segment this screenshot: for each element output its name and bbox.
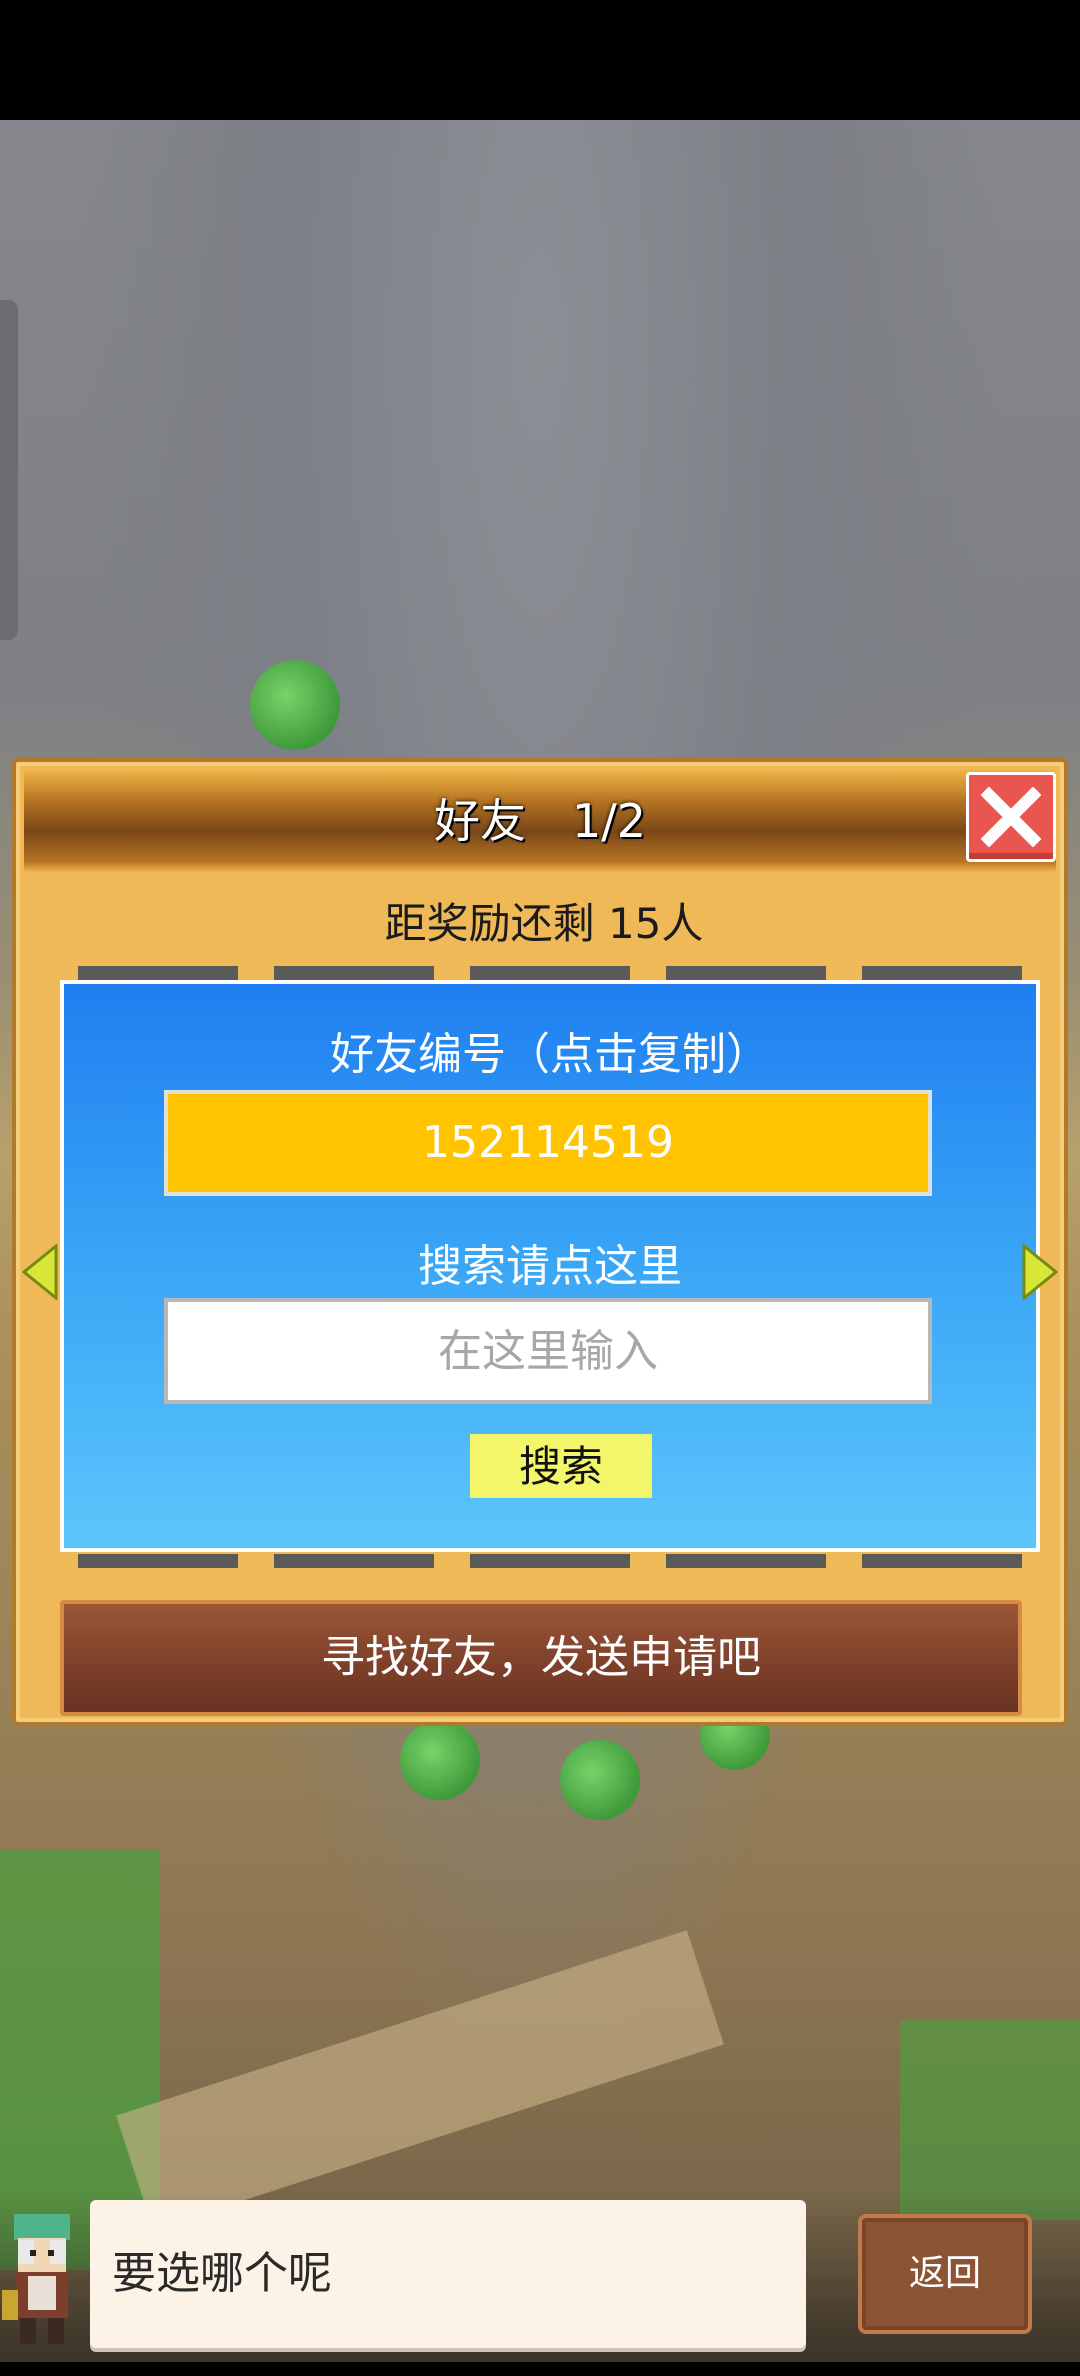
friend-dialog: 好友 1/2 距奖励还剩 15人 好友编号（点击复制） 152114519 搜索…	[12, 758, 1068, 1726]
page-tab[interactable]	[274, 966, 434, 980]
tree-decoration	[250, 660, 340, 750]
page-tab[interactable]	[666, 1554, 826, 1568]
page-tab[interactable]	[274, 1554, 434, 1568]
friend-id-label: 好友编号（点击复制）	[330, 1029, 770, 1080]
page-tab[interactable]	[862, 966, 1022, 980]
page-tabs-top	[60, 966, 1040, 980]
page-tab[interactable]	[862, 1554, 1022, 1568]
dialog-title: 好友 1/2	[433, 794, 647, 848]
friend-search-panel: 好友编号（点击复制） 152114519 搜索请点这里 搜索	[60, 980, 1040, 1552]
reward-progress-text: 距奖励还剩 15人	[384, 899, 704, 948]
search-label: 搜索请点这里	[418, 1241, 682, 1292]
close-button[interactable]	[966, 772, 1056, 862]
page-tab[interactable]	[78, 966, 238, 980]
character-avatar-icon	[2, 2214, 70, 2344]
page-tab[interactable]	[666, 966, 826, 980]
arrow-left-icon[interactable]	[22, 1244, 58, 1300]
page-tab[interactable]	[470, 1554, 630, 1568]
nav-strip	[0, 2362, 1080, 2376]
back-button[interactable]: 返回	[858, 2214, 1032, 2334]
speech-bubble: 要选哪个呢	[90, 2200, 806, 2348]
search-button[interactable]: 搜索	[470, 1434, 652, 1498]
speech-text: 要选哪个呢	[112, 2248, 332, 2299]
friend-id-copy-box[interactable]: 152114519	[164, 1090, 932, 1196]
grass-patch	[900, 2020, 1080, 2220]
page-tabs-bottom	[60, 1554, 1040, 1568]
side-drawer-handle[interactable]	[0, 300, 18, 640]
search-input[interactable]	[164, 1298, 932, 1404]
tree-decoration	[560, 1740, 640, 1820]
close-icon	[981, 787, 1041, 847]
page-tab[interactable]	[470, 966, 630, 980]
tree-decoration	[400, 1720, 480, 1800]
arrow-right-icon[interactable]	[1022, 1244, 1058, 1300]
find-friends-banner[interactable]: 寻找好友，发送申请吧	[60, 1600, 1022, 1716]
status-bar	[0, 0, 1080, 120]
road-decoration	[116, 1930, 724, 2230]
dialog-header: 好友 1/2	[24, 770, 1056, 872]
page-tab[interactable]	[78, 1554, 238, 1568]
